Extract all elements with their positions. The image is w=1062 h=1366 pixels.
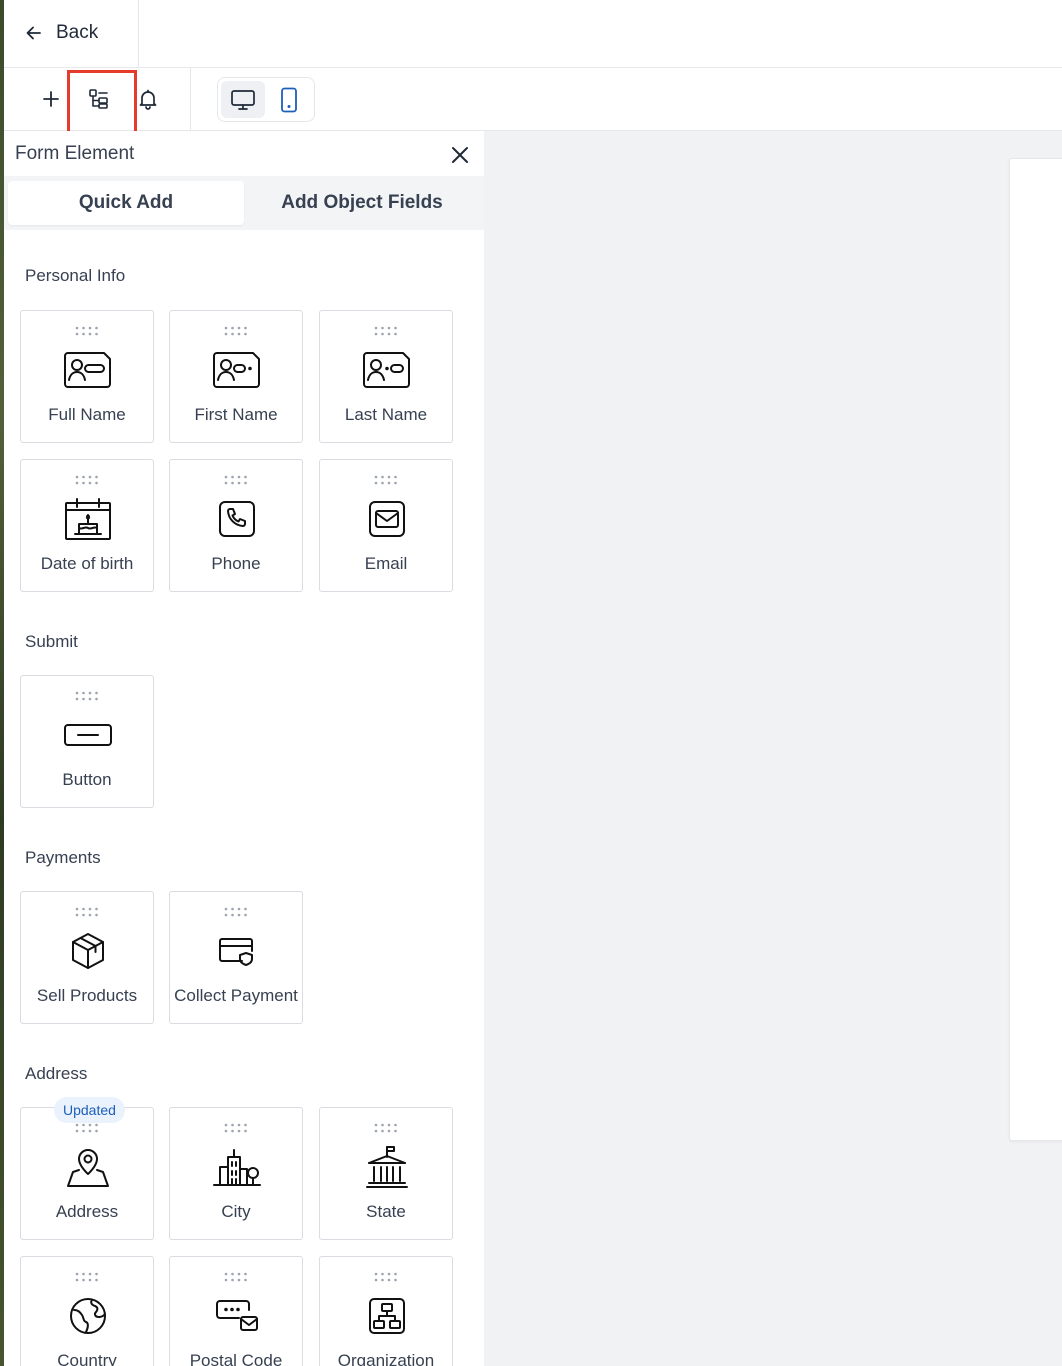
- element-label: Date of birth: [40, 554, 134, 573]
- top-bar: Back: [4, 0, 1062, 68]
- drag-handle-icon[interactable]: [74, 691, 100, 701]
- element-label: Country: [57, 1351, 117, 1366]
- element-label: Phone: [211, 554, 261, 573]
- element-label: Postal Code: [189, 1351, 283, 1366]
- drag-handle-icon[interactable]: [74, 907, 100, 917]
- element-label: Organization: [337, 1351, 435, 1366]
- id-card-first-icon: [212, 347, 262, 393]
- element-card-phone[interactable]: Phone: [169, 459, 303, 592]
- element-card-city[interactable]: City: [169, 1107, 303, 1240]
- toolbar: [4, 68, 1062, 134]
- page-root: { "header": { "back_label": "Back" }, "t…: [0, 0, 1062, 1366]
- desktop-view-button[interactable]: [221, 81, 265, 118]
- state-building-icon: [362, 1144, 412, 1190]
- element-card-email[interactable]: Email: [319, 459, 453, 592]
- drag-handle-icon[interactable]: [373, 1272, 399, 1282]
- id-card-icon: [63, 347, 113, 393]
- map-pin-icon: [63, 1144, 113, 1190]
- postal-code-icon: [212, 1293, 262, 1339]
- drag-handle-icon[interactable]: [74, 475, 100, 485]
- device-toggle: [217, 77, 315, 122]
- element-card-organization[interactable]: Organization: [319, 1256, 453, 1366]
- drag-handle-icon[interactable]: [74, 326, 100, 336]
- button-icon: [63, 712, 113, 758]
- section-label-submit: Submit: [25, 632, 78, 651]
- form-preview[interactable]: [1009, 158, 1062, 1141]
- back-button[interactable]: Back: [24, 18, 98, 48]
- drag-handle-icon[interactable]: [373, 326, 399, 336]
- element-card-state[interactable]: State: [319, 1107, 453, 1240]
- element-label: Button: [62, 770, 112, 789]
- drag-handle-icon[interactable]: [74, 1272, 100, 1282]
- form-elements-button[interactable]: [82, 82, 116, 116]
- section-label-address: Address: [25, 1064, 88, 1083]
- drag-handle-icon[interactable]: [223, 475, 249, 485]
- organization-icon: [362, 1293, 412, 1339]
- element-label: Full Name: [48, 405, 126, 424]
- city-buildings-icon: [212, 1144, 262, 1190]
- element-label: Address: [55, 1202, 119, 1221]
- divider: [138, 0, 139, 68]
- mobile-icon: [279, 87, 299, 113]
- birthday-cake-calendar-icon: [63, 496, 113, 542]
- box-icon: [63, 928, 113, 974]
- element-card-address[interactable]: Address: [20, 1107, 154, 1240]
- builder-canvas[interactable]: [484, 131, 1062, 1366]
- notifications-button[interactable]: [131, 82, 165, 116]
- drag-handle-icon[interactable]: [373, 475, 399, 485]
- element-card-sell-products[interactable]: Sell Products: [20, 891, 154, 1024]
- panel-tabs: Quick Add Add Object Fields: [4, 176, 484, 230]
- element-label: State: [366, 1202, 406, 1221]
- element-card-collect-payment[interactable]: Collect Payment: [169, 891, 303, 1024]
- mobile-view-button[interactable]: [267, 81, 311, 118]
- element-label: Last Name: [344, 405, 428, 424]
- close-panel-button[interactable]: [448, 143, 472, 167]
- add-element-button[interactable]: [34, 82, 68, 116]
- id-card-last-icon: [362, 347, 412, 393]
- form-elements-icon: [87, 87, 111, 111]
- element-label: Email: [364, 554, 408, 573]
- desktop-icon: [230, 88, 256, 112]
- element-label: City: [221, 1202, 251, 1221]
- updated-badge: Updated: [54, 1097, 125, 1123]
- section-label-payments: Payments: [25, 848, 101, 867]
- drag-handle-icon[interactable]: [74, 1123, 100, 1133]
- drag-handle-icon[interactable]: [373, 1123, 399, 1133]
- element-card-first-name[interactable]: First Name: [169, 310, 303, 443]
- element-card-postal-code[interactable]: Postal Code: [169, 1256, 303, 1366]
- drag-handle-icon[interactable]: [223, 326, 249, 336]
- panel-title: Form Element: [15, 143, 135, 164]
- element-card-country[interactable]: Country: [20, 1256, 154, 1366]
- element-card-last-name[interactable]: Last Name: [319, 310, 453, 443]
- form-element-panel: Form Element Quick Add Add Object Fields…: [4, 131, 484, 1366]
- card-shield-icon: [212, 928, 262, 974]
- envelope-icon: [362, 496, 412, 542]
- drag-handle-icon[interactable]: [223, 1272, 249, 1282]
- section-label-personal-info: Personal Info: [25, 266, 126, 285]
- back-label: Back: [56, 22, 99, 43]
- element-label: Sell Products: [36, 986, 138, 1005]
- arrow-left-icon: [24, 23, 44, 43]
- tab-add-object-fields[interactable]: Add Object Fields: [244, 181, 480, 225]
- drag-handle-icon[interactable]: [223, 1123, 249, 1133]
- bell-icon: [137, 88, 159, 110]
- close-icon: [450, 145, 470, 165]
- plus-icon: [41, 89, 61, 109]
- element-label: First Name: [194, 405, 278, 424]
- tab-quick-add[interactable]: Quick Add: [8, 181, 244, 225]
- element-card-button[interactable]: Button: [20, 675, 154, 808]
- divider: [190, 68, 191, 130]
- element-label: Collect Payment: [174, 986, 298, 1005]
- element-card-full-name[interactable]: Full Name: [20, 310, 154, 443]
- drag-handle-icon[interactable]: [223, 907, 249, 917]
- phone-icon: [212, 496, 262, 542]
- element-card-date-of-birth[interactable]: Date of birth: [20, 459, 154, 592]
- globe-icon: [63, 1293, 113, 1339]
